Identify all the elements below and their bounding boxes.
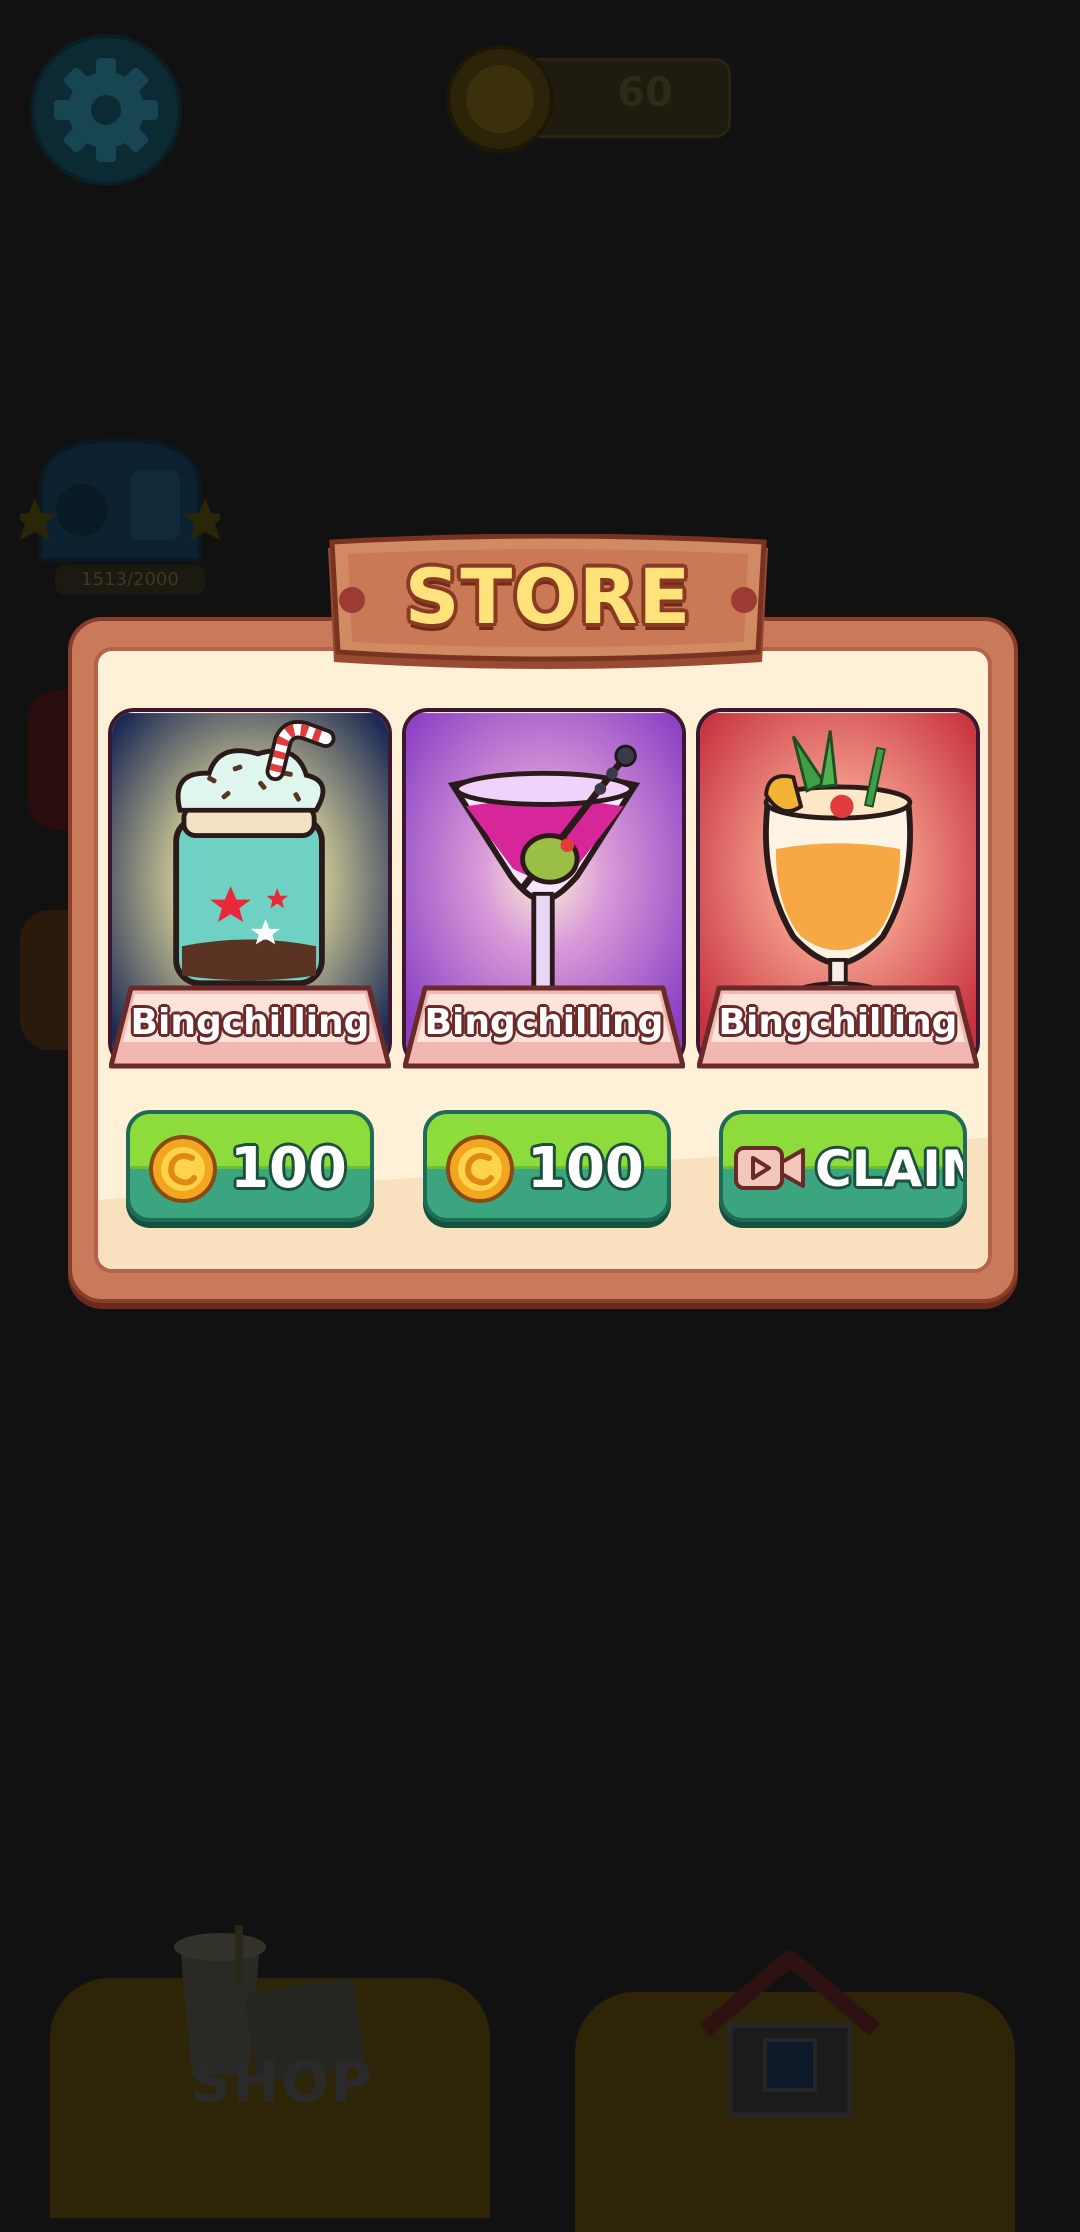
buy-item-2-price: 100 <box>527 1136 644 1201</box>
claim-item-3-button[interactable]: CLAIM <box>719 1110 967 1222</box>
home-icon <box>699 1950 881 2118</box>
settings-gear-icon[interactable] <box>28 32 184 188</box>
drink-machine-icon <box>13 437 227 562</box>
coin-icon <box>446 45 554 153</box>
coin-balance: 60 <box>445 44 731 154</box>
item-2-name: Bingchilling <box>424 1002 664 1043</box>
buy-item-1-button[interactable]: 100 <box>126 1110 374 1222</box>
coin-icon <box>446 1135 514 1203</box>
item-3-name: Bingchilling <box>718 1002 958 1043</box>
coin-icon <box>149 1135 217 1203</box>
buy-item-2-button[interactable]: 100 <box>423 1110 671 1222</box>
video-camera-icon <box>734 1146 805 1190</box>
claim-item-3-label: CLAIM <box>815 1140 963 1198</box>
store-title: STORE <box>404 552 692 641</box>
coin-amount: 60 <box>617 70 673 116</box>
nav-tab-shop-label: SHOP <box>190 2050 374 2115</box>
item-1-name: Bingchilling <box>130 1002 370 1043</box>
drink-machine[interactable]: 1513/2000 <box>13 430 227 600</box>
buy-item-1-price: 100 <box>230 1136 347 1201</box>
machine-progress: 1513/2000 <box>55 565 205 595</box>
